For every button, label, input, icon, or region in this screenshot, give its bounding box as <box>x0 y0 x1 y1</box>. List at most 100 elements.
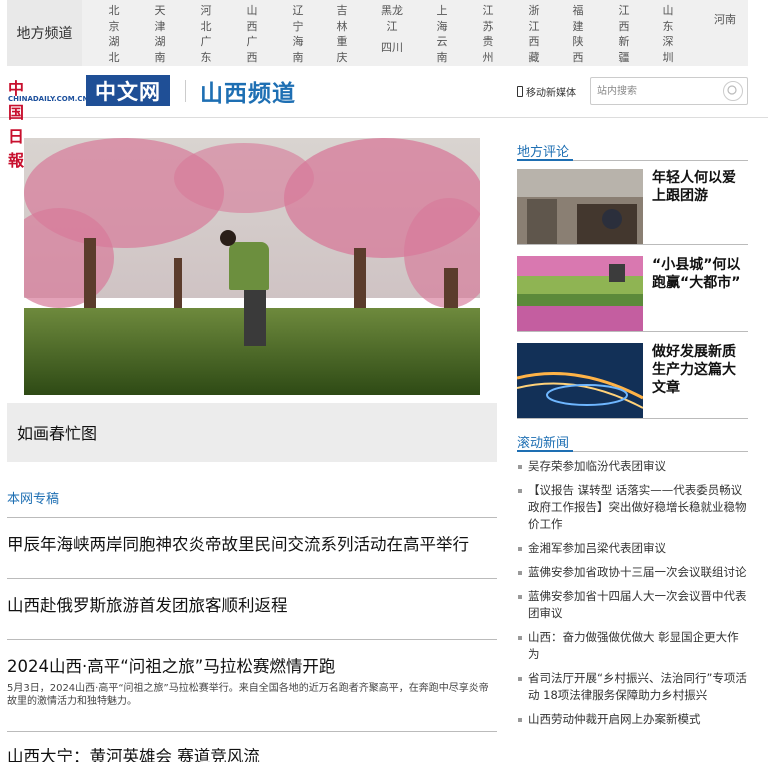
bullet-icon <box>518 718 522 722</box>
news-text[interactable]: 蓝佛安参加省政协十三届一次会议联组讨论 <box>528 565 747 579</box>
news-text[interactable]: 吴存荣参加临汾代表团审议 <box>528 459 666 473</box>
region-link[interactable]: 河南 <box>714 11 736 27</box>
news-item[interactable]: 山西：奋力做强做优做大 彰显国企更大作为 <box>517 629 748 663</box>
news-text[interactable]: 【议报告 谋转型 话落实——代表委员畅议政府工作报告】突出做好稳增长稳就业稳物价… <box>528 483 747 531</box>
region-link[interactable]: 四川 <box>378 40 406 56</box>
channel-title[interactable]: 山西频道 <box>200 74 296 108</box>
news-item[interactable]: 省司法厅开展“乡村振兴、法治同行”专项活动 18项法律服务保障助力乡村振兴 <box>517 670 748 704</box>
rolling-news-title[interactable]: 滚动新闻 <box>517 432 569 451</box>
region-link[interactable]: 海南 <box>288 34 308 65</box>
bullet-icon <box>518 547 522 551</box>
commentary-thumbnail[interactable] <box>517 256 643 331</box>
region-link[interactable]: 江苏 <box>478 3 498 34</box>
region-link[interactable]: 河北 <box>196 3 216 34</box>
region-link[interactable]: 山西 <box>242 3 262 34</box>
hero-caption: 如画春忙图 <box>17 424 98 443</box>
logo-box: 中文网 <box>86 75 170 106</box>
bullet-icon <box>518 636 522 640</box>
news-item[interactable]: 蓝佛安参加省政协十三届一次会议联组讨论 <box>517 564 748 581</box>
bullet-icon <box>518 677 522 681</box>
news-text[interactable]: 蓝佛安参加省十四届人大一次会议晋中代表团审议 <box>528 589 747 620</box>
region-link[interactable]: 天津 <box>150 3 170 34</box>
news-text[interactable]: 金湘军参加吕梁代表团审议 <box>528 541 666 555</box>
rolling-news-list: 吴存荣参加临汾代表团审议 【议报告 谋转型 话落实——代表委员畅议政府工作报告】… <box>517 458 748 735</box>
region-link[interactable]: 重庆 <box>332 34 352 65</box>
divider <box>7 517 497 518</box>
commentary-headline[interactable]: 年轻人何以爱上跟团游 <box>652 169 748 205</box>
farmer-figure <box>229 242 269 290</box>
bullet-icon <box>518 465 522 469</box>
phone-icon <box>517 86 523 97</box>
farmer-figure <box>220 230 236 246</box>
commentary-headline[interactable]: 做好发展新质生产力这篇大文章 <box>652 343 748 397</box>
region-link[interactable]: 深圳 <box>658 34 678 65</box>
region-link[interactable]: 广西 <box>242 34 262 65</box>
divider <box>7 578 497 579</box>
article-title[interactable]: 山西赴俄罗斯旅游首发团旅客顺利返程 <box>7 595 497 617</box>
hero-caption-box[interactable]: 如画春忙图 <box>7 403 497 462</box>
title-accent <box>517 450 573 452</box>
title-accent <box>517 159 573 161</box>
site-header: 中国日報 CHINADAILY.COM.CN 中文网 山西频道 移动新媒体 <box>0 66 768 170</box>
bullet-icon <box>518 571 522 575</box>
region-link[interactable]: 上海 <box>432 3 452 34</box>
region-grid: 北京湖北天津湖南河北广东山西广西辽宁海南吉林重庆黑龙江四川 上海云南江苏贵州浙江西… <box>82 0 748 66</box>
divider <box>7 639 497 640</box>
search-input[interactable] <box>597 83 717 99</box>
commentary-item[interactable]: “小县城”何以跑赢“大都市” <box>517 256 748 332</box>
article-title[interactable]: 甲辰年海峡两岸同胞神农炎帝故里民间交流系列活动在高平举行 <box>7 534 497 556</box>
news-item[interactable]: 山西劳动仲裁开启网上办案新模式 <box>517 711 748 728</box>
news-item[interactable]: 吴存荣参加临汾代表团审议 <box>517 458 748 475</box>
commentary-item[interactable]: 做好发展新质生产力这篇大文章 <box>517 343 748 419</box>
article-item[interactable]: 2024山西·高平“问祖之旅”马拉松赛燃情开跑 5月3日，2024山西·高平“问… <box>7 656 497 708</box>
article-item[interactable]: 山西赴俄罗斯旅游首发团旅客顺利返程 <box>7 595 497 617</box>
commentary-item[interactable]: 年轻人何以爱上跟团游 <box>517 169 748 245</box>
mobile-media-link[interactable]: 移动新媒体 <box>517 84 576 99</box>
article-item[interactable]: 山西大宁：黄河英雄会 赛道竞风流 <box>7 746 497 762</box>
divider <box>7 731 497 732</box>
region-link[interactable]: 北京 <box>104 3 124 34</box>
news-text[interactable]: 省司法厅开展“乡村振兴、法治同行”专项活动 18项法律服务保障助力乡村振兴 <box>528 671 747 702</box>
region-link[interactable]: 贵州 <box>478 34 498 65</box>
article-item[interactable]: 甲辰年海峡两岸同胞神农炎帝故里民间交流系列活动在高平举行 <box>7 534 497 556</box>
news-item[interactable]: 【议报告 谋转型 话落实——代表委员畅议政府工作报告】突出做好稳增长稳就业稳物价… <box>517 482 748 533</box>
channel-divider <box>185 80 186 102</box>
flower-field-photo <box>517 256 643 331</box>
news-item[interactable]: 金湘军参加吕梁代表团审议 <box>517 540 748 557</box>
region-link[interactable]: 福建 <box>568 3 588 34</box>
region-link[interactable]: 山东 <box>658 3 678 34</box>
logo-chinese-text: 中国日報 <box>8 79 24 170</box>
crowd-photo <box>517 169 643 244</box>
region-link[interactable]: 新疆 <box>614 34 634 65</box>
special-section-title[interactable]: 本网专稿 <box>7 488 59 507</box>
bullet-icon <box>518 489 522 493</box>
region-link[interactable]: 西藏 <box>524 34 544 65</box>
news-item[interactable]: 蓝佛安参加省十四届人大一次会议晋中代表团审议 <box>517 588 748 622</box>
article-title[interactable]: 2024山西·高平“问祖之旅”马拉松赛燃情开跑 <box>7 656 497 678</box>
commentary-thumbnail[interactable] <box>517 343 643 418</box>
region-link[interactable]: 辽宁 <box>288 3 308 34</box>
region-link[interactable]: 江西 <box>614 3 634 34</box>
article-title[interactable]: 山西大宁：黄河英雄会 赛道竞风流 <box>7 746 497 762</box>
news-text[interactable]: 山西：奋力做强做优做大 彰显国企更大作为 <box>528 630 739 661</box>
commentary-headline[interactable]: “小县城”何以跑赢“大都市” <box>652 256 748 292</box>
region-link[interactable]: 陕西 <box>568 34 588 65</box>
search-button[interactable] <box>723 81 743 101</box>
logo-english-text: CHINADAILY.COM.CN <box>8 95 89 103</box>
article-description: 5月3日，2024山西·高平“问祖之旅”马拉松赛举行。来自全国各地的近万名跑者齐… <box>7 683 489 707</box>
region-nav-label: 地方频道 <box>7 0 82 66</box>
hero-photo[interactable] <box>24 138 480 395</box>
region-link[interactable]: 黑龙江 <box>378 3 406 34</box>
commentary-thumbnail[interactable] <box>517 169 643 244</box>
news-text[interactable]: 山西劳动仲裁开启网上办案新模式 <box>528 712 701 726</box>
bridge-night-photo <box>517 343 643 418</box>
commentary-section-title[interactable]: 地方评论 <box>517 141 569 160</box>
region-link[interactable]: 浙江 <box>524 3 544 34</box>
region-link[interactable]: 吉林 <box>332 3 352 34</box>
region-link[interactable]: 湖北 <box>104 34 124 65</box>
region-link[interactable]: 广东 <box>196 34 216 65</box>
bullet-icon <box>518 595 522 599</box>
farmer-figure <box>244 288 266 346</box>
region-link[interactable]: 湖南 <box>150 34 170 65</box>
region-link[interactable]: 云南 <box>432 34 452 65</box>
